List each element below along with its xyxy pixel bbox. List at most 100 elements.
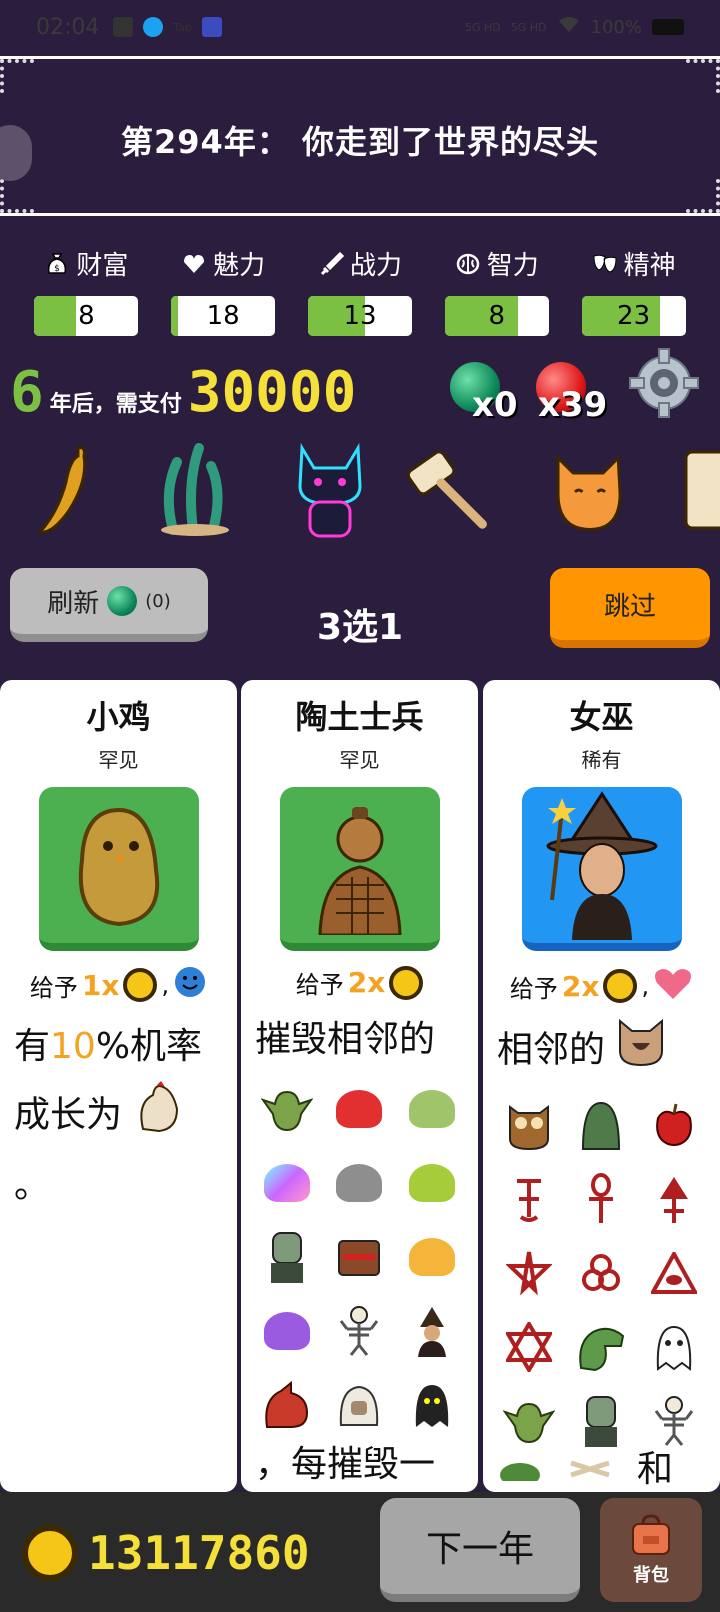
card-reward: 给予 2x , [483, 965, 720, 1007]
stat-bar: 8 [34, 296, 139, 336]
qq-icon [143, 17, 164, 37]
card-description-tail: 和 [483, 1450, 720, 1490]
card-reward: 给予 2x [241, 965, 478, 1000]
settings-gear-icon[interactable] [628, 347, 700, 419]
triskelion-icon [565, 1244, 637, 1302]
eye-of-providence-icon [638, 1244, 710, 1302]
banner-title: 第294年： 你走到了世界的尽头 [121, 123, 599, 161]
mimic-chest-icon [323, 1228, 395, 1286]
goblin-icon [251, 1080, 323, 1138]
skeleton-icon [638, 1392, 710, 1450]
stat-value: 23 [617, 301, 651, 331]
year-banner: 第294年： 你走到了世界的尽头 [0, 56, 720, 216]
payment-info: 6 年后，需支付 30000 [10, 360, 356, 425]
stat-label: 魅力 [213, 251, 266, 281]
refresh-count: (0) [145, 590, 171, 612]
chili-pepper-icon[interactable] [18, 440, 108, 540]
stat-label: 智力 [486, 251, 539, 281]
gray-slime-icon [323, 1154, 395, 1212]
stat-value: 13 [343, 301, 377, 331]
stats-row: $ 财富 8 魅力 18 战力 13 智力 8 精神 23 [0, 245, 720, 336]
backpack-button[interactable]: 背包 [600, 1498, 702, 1602]
stat-spirit: 精神 23 [572, 245, 696, 336]
smiley-icon [173, 965, 207, 1005]
goblin-icon [493, 1392, 565, 1450]
app-icon [202, 17, 223, 37]
stat-bar: 18 [171, 296, 276, 336]
seaweed-icon[interactable] [150, 440, 240, 540]
stat-charm: 魅力 18 [161, 245, 285, 336]
stat-value: 8 [488, 301, 506, 331]
lime-slime-icon [396, 1154, 468, 1212]
stat-bar: 8 [444, 296, 549, 336]
purple-slime-icon [251, 1302, 323, 1360]
skeleton-icon [323, 1302, 395, 1360]
rainbow-slime-icon [251, 1154, 323, 1212]
green-orb-icon [107, 586, 138, 616]
card-rarity: 罕见 [98, 748, 139, 772]
stat-value: 18 [206, 301, 240, 331]
reward-multiplier: 2x [561, 969, 600, 1003]
next-year-button[interactable]: 下一年 [380, 1498, 580, 1602]
stat-label: 战力 [349, 251, 402, 281]
ankh-icon [565, 1170, 637, 1228]
choice-card-terracotta-soldier[interactable]: 陶土士兵 罕见 给予 2x 摧毁相邻的 ，每摧毁一 [241, 680, 478, 1492]
yeti-icon [323, 1376, 395, 1434]
coin-icon [603, 969, 638, 1003]
ghost-shadow-icon [396, 1376, 468, 1434]
witch-icon [396, 1302, 468, 1360]
wifi-icon [557, 16, 581, 39]
red-orb-count: x39 [538, 385, 608, 425]
svg-text:$: $ [55, 264, 61, 274]
coin-icon [389, 965, 424, 1000]
star-of-david-icon [493, 1318, 565, 1376]
pentagram-icon [493, 1244, 565, 1302]
choice-card-chick[interactable]: 小鸡 罕见 给予 1x , 有10%机率 成长为 。 [0, 680, 237, 1492]
zombie-icon [251, 1228, 323, 1286]
skip-button[interactable]: 跳过 [550, 568, 710, 648]
hen-icon [133, 1079, 183, 1154]
card-reward: 给予 1x , [0, 965, 237, 1005]
dinosaur-icon [565, 1318, 637, 1376]
scroll-icon[interactable] [680, 440, 720, 540]
wooden-mallet-icon[interactable] [405, 440, 495, 540]
refresh-button[interactable]: 刷新 (0) [10, 568, 208, 642]
sim-icon [113, 17, 134, 37]
backpack-icon [629, 1513, 673, 1561]
siamese-cat-icon [616, 1017, 666, 1086]
ghost-icon [638, 1318, 710, 1376]
ornament-icon [0, 179, 34, 213]
stat-label: 财富 [76, 251, 129, 281]
theater-mask-icon [593, 254, 617, 273]
money-amount: 13117860 [88, 1526, 310, 1580]
stat-label: 精神 [623, 251, 676, 281]
choose-label: 3选1 [316, 607, 404, 648]
reward-multiplier: 2x [347, 966, 386, 999]
sulfur-symbol-icon [638, 1170, 710, 1228]
witch-portrait-icon [521, 787, 682, 951]
signal-1: 5G HD [465, 20, 501, 34]
heart-icon [653, 965, 693, 1007]
card-name: 女巫 [569, 698, 634, 736]
target-icons [483, 1086, 720, 1450]
reward-multiplier: 1x [81, 968, 120, 1002]
payment-amount: 30000 [187, 360, 357, 425]
occult-sigil-icon [493, 1170, 565, 1228]
terracotta-soldier-portrait-icon [279, 787, 440, 951]
choice-card-witch[interactable]: 女巫 稀有 给予 2x , 相邻的 和 [483, 680, 720, 1492]
card-rarity: 罕见 [339, 748, 380, 772]
orange-cat-icon[interactable] [545, 440, 635, 540]
money-display: 13117860 [22, 1525, 310, 1581]
stat-bar: 13 [307, 296, 412, 336]
sword-icon [320, 251, 344, 275]
refresh-label: 刷新 [47, 588, 100, 619]
years-remaining: 6 [10, 360, 44, 425]
yellow-slime-icon [396, 1228, 468, 1286]
stat-bar: 23 [581, 296, 686, 336]
card-name: 小鸡 [86, 698, 151, 736]
hooded-cultist-icon [565, 1096, 637, 1154]
dragon-icon [251, 1376, 323, 1434]
green-orb-count: x0 [472, 385, 518, 425]
card-description: 摧毁相邻的 [255, 1019, 436, 1060]
cyber-cat-icon[interactable] [285, 440, 375, 540]
